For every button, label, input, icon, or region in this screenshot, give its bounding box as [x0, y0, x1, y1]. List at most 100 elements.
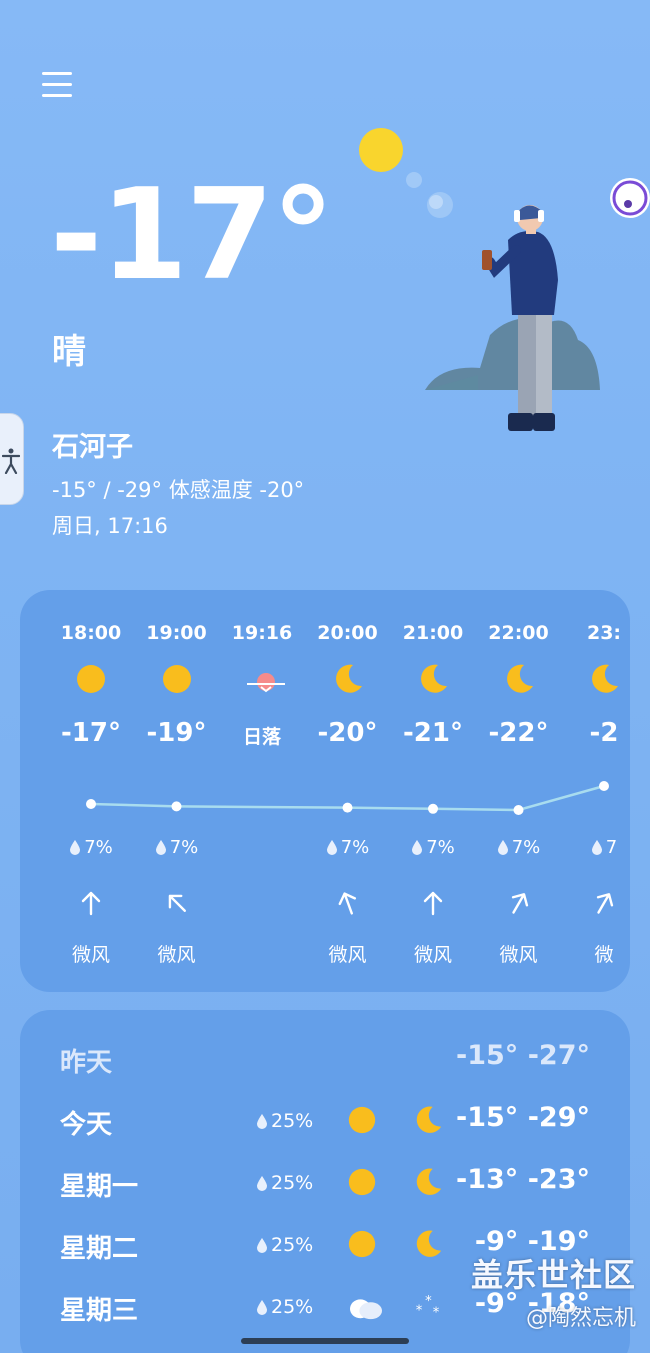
hourly-precipitation: 7% — [305, 837, 391, 858]
cloud-icon — [346, 1290, 382, 1322]
day-name: 星期三 — [60, 1296, 139, 1326]
daily-precipitation: 25% — [256, 1234, 313, 1256]
accessibility-icon — [2, 448, 20, 474]
accessibility-tab[interactable] — [0, 413, 24, 505]
precipitation-value: 7% — [426, 837, 455, 858]
droplet-icon — [497, 837, 512, 858]
hourly-time: 21:00 — [402, 622, 464, 644]
daily-row[interactable]: 昨天 -15° -27° — [20, 1034, 630, 1084]
droplet-icon — [256, 1110, 271, 1132]
hourly-forecast-card[interactable]: 18:00 -17° 7% 微风 19:00 -19° 7% 微风 19:16 日落 20:00 -2… — [20, 590, 630, 992]
wind-direction-icon — [164, 890, 190, 916]
moon-icon — [412, 1104, 444, 1136]
daily-row[interactable]: 今天 25% -15° -29° — [20, 1096, 630, 1146]
day-name: 星期二 — [60, 1234, 139, 1264]
graph-point — [342, 802, 353, 813]
hourly-precipitation: 7% — [134, 837, 220, 858]
graph-point — [171, 801, 182, 812]
city-name[interactable]: 石河子 — [52, 425, 133, 464]
moon-icon — [416, 662, 450, 696]
hourly-temperature: -22° — [488, 718, 549, 748]
svg-text:*: * — [416, 1303, 423, 1318]
precipitation-value: 7% — [340, 837, 370, 858]
droplet-icon — [326, 837, 341, 858]
svg-text:*: * — [425, 1294, 432, 1309]
sun-icon — [160, 662, 194, 696]
hourly-time: 23: — [586, 622, 622, 644]
current-datetime: 周日, 17:16 — [52, 514, 168, 538]
moon-icon — [331, 662, 365, 696]
sun-icon — [74, 662, 108, 696]
day-name: 昨天 — [60, 1048, 113, 1078]
hourly-temperature: -17° — [61, 718, 121, 748]
snow-icon: * * * — [412, 1290, 444, 1322]
graph-point — [86, 799, 96, 809]
weather-illustration — [359, 128, 650, 431]
menu-icon[interactable] — [42, 72, 72, 100]
watermark-line-1: 盖乐世社区 — [470, 1256, 636, 1294]
sun-icon — [346, 1228, 378, 1260]
sunset-icon — [245, 662, 285, 696]
wind-direction-icon — [506, 890, 532, 916]
hourly-time: 22:00 — [488, 622, 549, 644]
moon-icon — [412, 1166, 444, 1198]
wind-direction-icon — [591, 890, 617, 916]
sunset-label: 日落 — [242, 726, 281, 748]
precipitation-value: 25% — [271, 1110, 314, 1132]
daily-temperatures: -13° -23° — [456, 1164, 590, 1195]
hourly-time: 20:00 — [317, 622, 378, 644]
daily-temperatures: -15° -27° — [456, 1040, 590, 1071]
precipitation-value: 25% — [271, 1296, 314, 1318]
daily-row[interactable]: 星期一 25% -13° -23° — [20, 1158, 630, 1208]
watermark: 盖乐世社区 @陶然忘机 — [471, 1250, 636, 1332]
hourly-wind: 微 — [594, 944, 614, 966]
hourly-time: 18:00 — [60, 622, 122, 644]
precipitation-value: 7 — [605, 837, 618, 858]
current-condition: 晴 — [52, 332, 86, 372]
hourly-precipitation: 7% — [48, 837, 134, 858]
droplet-icon — [411, 837, 426, 858]
daily-precipitation: 25% — [256, 1296, 313, 1318]
current-temperature: -17° — [50, 161, 335, 308]
precipitation-value: 7% — [511, 837, 541, 858]
moon-icon — [502, 662, 536, 696]
temperature-graph — [86, 781, 609, 815]
graph-point — [599, 781, 609, 791]
droplet-icon — [256, 1172, 271, 1194]
daily-precipitation: 25% — [256, 1110, 313, 1132]
widget-icon[interactable] — [610, 178, 650, 218]
sun-icon — [346, 1166, 378, 1198]
moon-icon — [412, 1228, 444, 1260]
home-indicator[interactable] — [241, 1338, 409, 1344]
hourly-wind: 微风 — [157, 944, 196, 966]
precipitation-value: 7% — [169, 837, 199, 858]
day-name: 今天 — [60, 1110, 113, 1140]
wind-direction-icon — [335, 890, 361, 916]
wind-direction-icon — [78, 890, 104, 916]
hourly-precipitation: 7% — [476, 837, 562, 858]
watermark-line-2: @陶然忘机 — [525, 1306, 636, 1331]
hourly-temperature: -19° — [146, 718, 207, 748]
temperature-range: -15° / -29° 体感温度 -20° — [52, 478, 305, 502]
hourly-precipitation: 7 — [561, 837, 630, 858]
hourly-wind: 微风 — [499, 944, 538, 966]
hourly-temperature: -21° — [403, 718, 463, 748]
hourly-temperature: -2 — [589, 718, 619, 748]
daily-precipitation: 25% — [256, 1172, 313, 1194]
day-name: 星期一 — [60, 1172, 139, 1202]
moon-icon — [587, 662, 621, 696]
droplet-icon — [69, 837, 84, 858]
droplet-icon — [591, 837, 606, 858]
graph-point — [428, 803, 438, 814]
hourly-wind: 微风 — [328, 944, 367, 966]
wind-direction-icon — [420, 890, 446, 916]
hourly-wind: 微风 — [71, 944, 110, 966]
droplet-icon — [155, 837, 170, 858]
graph-point — [513, 805, 524, 815]
hourly-temperature: -20° — [317, 718, 378, 748]
daily-temperatures: -15° -29° — [456, 1102, 590, 1133]
precipitation-value: 25% — [271, 1234, 314, 1256]
hourly-precipitation: 7% — [390, 837, 476, 858]
hourly-wind: 微风 — [413, 944, 452, 966]
hourly-time: 19:16 — [231, 622, 293, 644]
